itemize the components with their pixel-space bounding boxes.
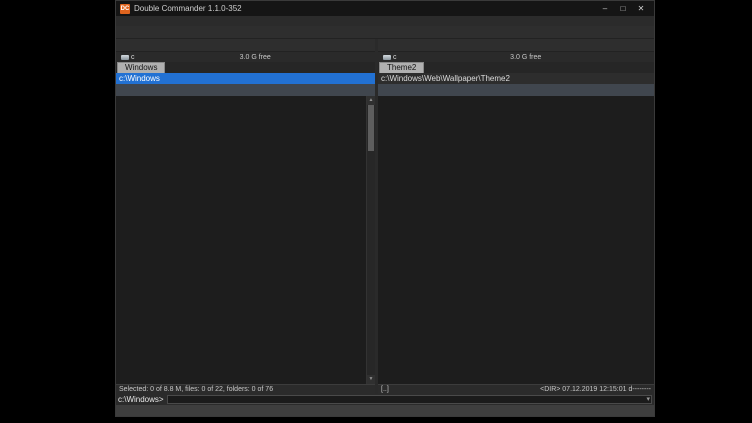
right-status-bar: [..] <DIR> 07.12.2019 12:15:01 d-------- [378, 384, 654, 394]
left-file-list [116, 96, 366, 384]
left-scrollbar[interactable]: ▲ ▼ [366, 96, 375, 384]
close-button[interactable]: ✕ [632, 4, 650, 13]
command-line-input[interactable]: ▾ [167, 395, 652, 404]
left-panel: c 3.0 G free Windows c:\Windows ▲ ▼ Sele… [116, 39, 375, 394]
left-tabs-row: Windows [116, 62, 375, 73]
free-space-label: 3.0 G free [400, 54, 653, 61]
right-column-headers [378, 84, 654, 96]
left-drive-bar [116, 39, 375, 51]
scroll-thumb[interactable] [368, 105, 374, 151]
right-tabs-row: Theme2 [378, 62, 654, 73]
window-title: Double Commander 1.1.0-352 [134, 4, 596, 13]
drive-icon [383, 55, 391, 60]
left-status-bar: Selected: 0 of 8.8 M, files: 0 of 22, fo… [116, 384, 375, 394]
left-column-headers [116, 84, 375, 96]
minimize-button[interactable]: – [596, 4, 614, 13]
right-thumbnail-grid [378, 96, 654, 384]
drive-selector[interactable]: c [380, 54, 400, 61]
tab-theme2[interactable]: Theme2 [379, 62, 424, 73]
right-path-bar[interactable]: c:\Windows\Web\Wallpaper\Theme2 [378, 73, 654, 84]
right-drive-header: c 3.0 G free [378, 51, 654, 62]
selection-summary: Selected: 0 of 8.8 M, files: 0 of 22, fo… [119, 385, 273, 394]
right-panel: c 3.0 G free Theme2 c:\Windows\Web\Wallp… [378, 39, 654, 394]
left-path-bar[interactable]: c:\Windows [116, 73, 375, 84]
app-window: DC Double Commander 1.1.0-352 – □ ✕ c 3.… [115, 0, 655, 417]
menu-bar [116, 16, 654, 26]
right-drive-bar [378, 39, 654, 51]
drive-icon [121, 55, 129, 60]
tab-windows[interactable]: Windows [117, 62, 165, 73]
command-prompt-label: c:\Windows> [118, 395, 164, 404]
cursor-file-label: [..] [381, 385, 389, 394]
dropdown-caret-icon[interactable]: ▾ [646, 395, 650, 403]
scroll-down-icon[interactable]: ▼ [367, 375, 375, 384]
left-drive-header: c 3.0 G free [116, 51, 375, 62]
drive-selector[interactable]: c [118, 54, 138, 61]
maximize-button[interactable]: □ [614, 4, 632, 13]
main-toolbar [116, 26, 654, 39]
command-line-row: c:\Windows> ▾ [116, 394, 654, 405]
function-key-bar [116, 405, 654, 416]
title-bar: DC Double Commander 1.1.0-352 – □ ✕ [116, 1, 654, 16]
cursor-file-info: <DIR> 07.12.2019 12:15:01 d-------- [540, 385, 651, 394]
scroll-up-icon[interactable]: ▲ [367, 96, 375, 105]
app-logo-icon: DC [120, 4, 130, 14]
free-space-label: 3.0 G free [138, 54, 374, 61]
